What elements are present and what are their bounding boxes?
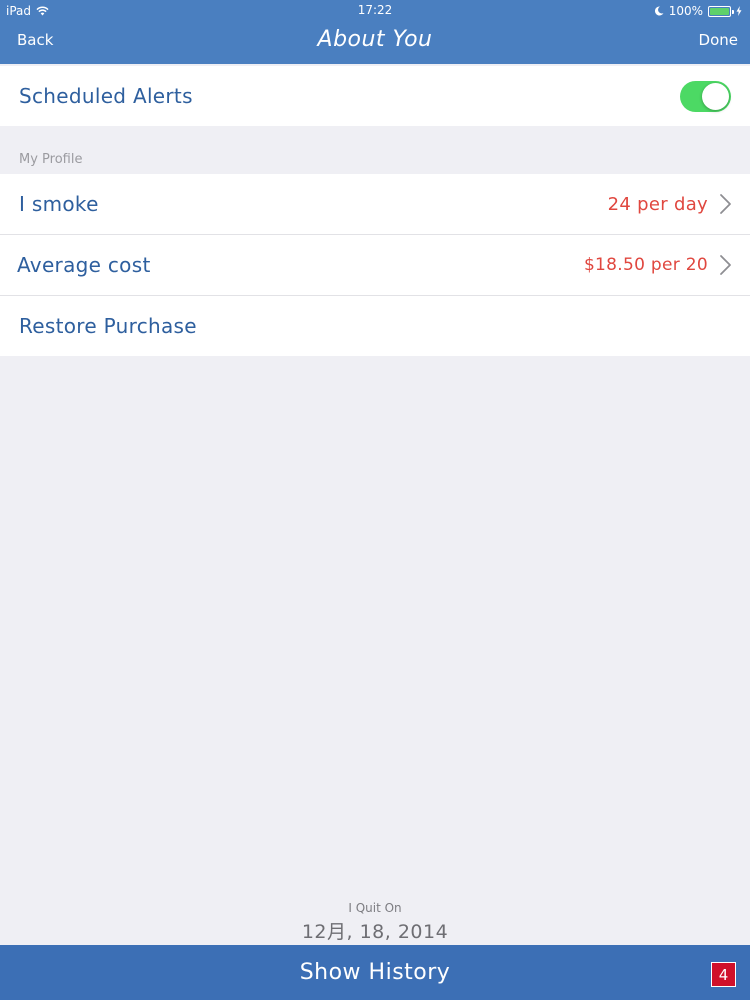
battery-fill — [710, 7, 729, 15]
scheduled-alerts-label: Scheduled Alerts — [19, 84, 193, 108]
battery-icon — [708, 5, 734, 17]
show-history-label: Show History — [299, 960, 451, 985]
quit-date-label: I Quit On — [348, 901, 402, 915]
page-title: About You — [317, 27, 433, 52]
battery-tip — [732, 9, 734, 14]
scheduled-alerts-row: Scheduled Alerts — [0, 66, 750, 126]
quit-date-value: 12月, 18, 2014 — [301, 921, 449, 943]
restore-purchase-row[interactable]: Restore Purchase — [0, 296, 750, 356]
average-cost-label: Average cost — [17, 253, 151, 277]
restore-purchase-label: Restore Purchase — [19, 314, 197, 338]
battery-percent: 100% — [668, 4, 703, 18]
history-count-badge: 4 — [711, 962, 736, 987]
chevron-right-icon — [720, 255, 731, 275]
smoke-label: I smoke — [19, 192, 99, 216]
status-time: 17:22 — [357, 3, 393, 17]
section-header-my-profile: My Profile — [19, 152, 83, 167]
moon-icon — [654, 6, 664, 16]
average-cost-value: $18.50 per 20 — [583, 255, 708, 275]
smoke-value: 24 per day — [607, 193, 708, 215]
status-right: 100% — [654, 3, 742, 19]
top-bar: iPad 17:22 100% Back About You Done — [0, 0, 750, 64]
chevron-right-icon — [720, 194, 731, 214]
done-button[interactable]: Done — [699, 31, 738, 49]
smoke-row[interactable]: I smoke 24 per day — [0, 174, 750, 234]
scheduled-alerts-toggle[interactable] — [680, 81, 731, 112]
average-cost-row[interactable]: Average cost $18.50 per 20 — [0, 235, 750, 295]
charging-icon — [736, 6, 742, 16]
toggle-knob — [702, 83, 729, 110]
show-history-button[interactable]: Show History 4 — [0, 945, 750, 1000]
